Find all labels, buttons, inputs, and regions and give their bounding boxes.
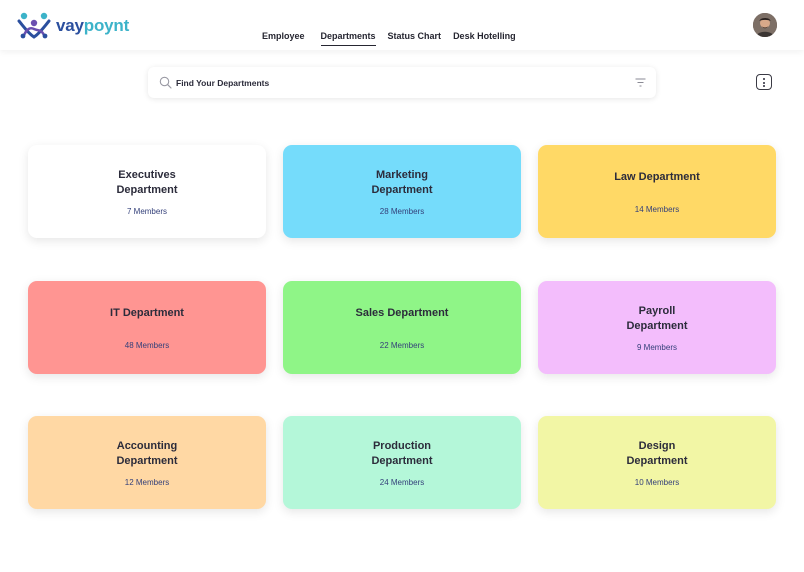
brand-name: vaypoynt (56, 16, 130, 35)
department-card-design[interactable]: Design Department 10 Members (538, 416, 776, 509)
search-icon (159, 76, 172, 89)
department-name: Payroll Department (626, 304, 688, 332)
member-count: 22 Members (379, 340, 425, 350)
department-card-sales[interactable]: Sales Department 22 Members (283, 281, 521, 374)
main-nav: Employee Departments Status Chart Desk H… (262, 28, 532, 46)
department-name: Accounting Department (116, 439, 178, 467)
department-card-accounting[interactable]: Accounting Department 12 Members (28, 416, 266, 509)
member-count: 48 Members (124, 340, 170, 350)
nav-tab-desk-hotelling[interactable]: Desk Hotelling (453, 28, 516, 46)
department-name: Production Department (371, 439, 433, 467)
kebab-dot (763, 85, 765, 87)
department-name: IT Department (110, 306, 184, 319)
member-count: 7 Members (126, 206, 167, 216)
department-card-marketing[interactable]: Marketing Department 28 Members (283, 145, 521, 238)
top-header: vaypoynt Employee Departments Status Cha… (0, 0, 804, 50)
member-count: 9 Members (636, 342, 677, 352)
member-count: 28 Members (379, 206, 425, 216)
department-card-executives[interactable]: Executives Department 7 Members (28, 145, 266, 238)
more-vertical-icon[interactable] (756, 74, 772, 90)
nav-tab-status-chart[interactable]: Status Chart (388, 28, 442, 46)
department-name: Sales Department (355, 306, 449, 319)
member-count: 24 Members (379, 477, 425, 487)
vaypoynt-logo-icon (17, 12, 51, 39)
filter-icon[interactable] (635, 78, 646, 87)
kebab-dot (763, 78, 765, 80)
member-count: 12 Members (124, 477, 170, 487)
nav-tab-employee[interactable]: Employee (262, 28, 305, 46)
department-card-payroll[interactable]: Payroll Department 9 Members (538, 281, 776, 374)
department-name: Law Department (614, 170, 700, 183)
avatar-photo (753, 13, 777, 37)
department-name: Executives Department (116, 168, 178, 196)
search-input[interactable] (176, 75, 616, 90)
nav-tab-departments[interactable]: Departments (320, 28, 376, 46)
department-search-bar (148, 67, 656, 98)
department-card-law[interactable]: Law Department 14 Members (538, 145, 776, 238)
kebab-dot (763, 81, 765, 84)
department-name: Design Department (626, 439, 688, 467)
department-name: Marketing Department (371, 168, 433, 196)
member-count: 14 Members (634, 204, 680, 214)
brand-logo[interactable]: vaypoynt (16, 10, 129, 42)
department-card-it[interactable]: IT Department 48 Members (28, 281, 266, 374)
member-count: 10 Members (634, 477, 680, 487)
user-avatar[interactable] (753, 13, 777, 37)
department-card-production[interactable]: Production Department 24 Members (283, 416, 521, 509)
